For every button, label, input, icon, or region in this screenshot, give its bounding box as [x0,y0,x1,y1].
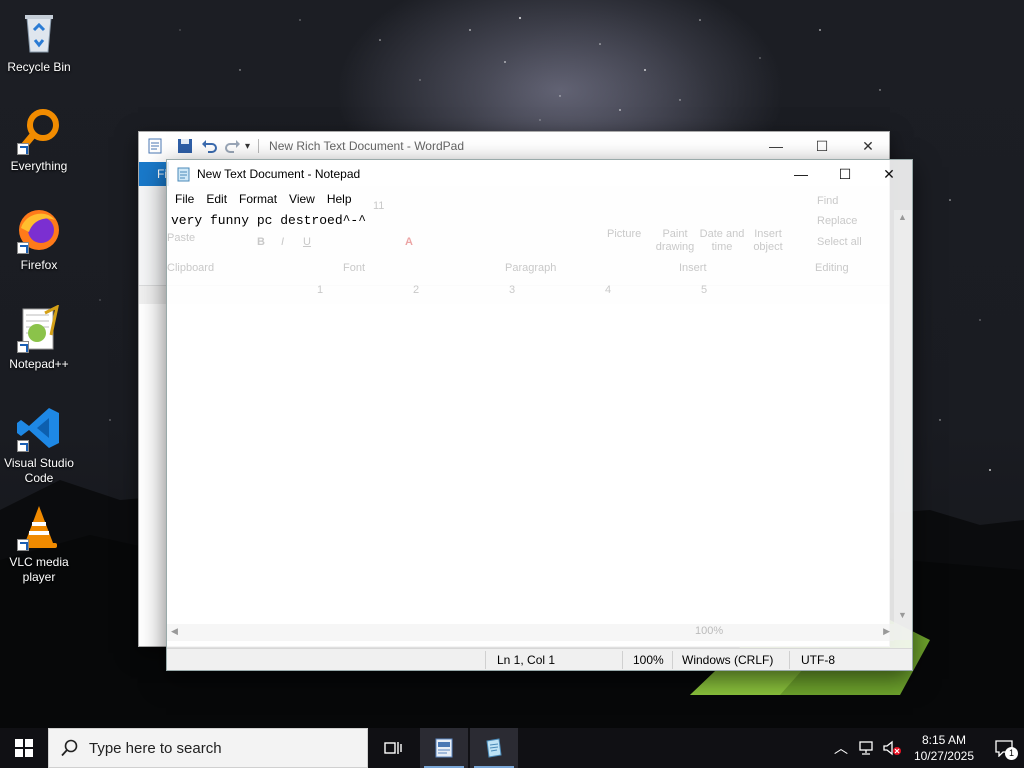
menu-edit[interactable]: Edit [200,192,233,206]
save-icon[interactable] [177,138,193,154]
wordpad-title: New Rich Text Document - WordPad [269,139,464,153]
network-icon[interactable] [858,740,876,756]
start-button[interactable] [0,728,48,768]
volume-muted-icon[interactable] [882,740,902,756]
desktop-icon-recycle-bin[interactable]: Recycle Bin [2,8,76,75]
wordpad-close-button[interactable]: ✕ [845,132,891,160]
notepad-taskbar-icon [486,738,502,758]
taskbar-search-box[interactable]: Type here to search [48,728,368,768]
wordpad-app-icon [148,138,162,154]
scroll-down-icon[interactable]: ▼ [898,610,907,620]
search-icon [61,739,78,757]
notepad-app-icon [177,167,190,182]
status-line-ending: Windows (CRLF) [682,653,774,667]
status-separator [789,651,790,669]
menu-help[interactable]: Help [321,192,358,206]
menu-file[interactable]: File [169,192,200,206]
status-separator [622,651,623,669]
taskbar: Type here to search ︿ 8:15 AM 10/27/2025… [0,728,1024,768]
status-encoding: UTF-8 [801,653,835,667]
notepad-status-bar: Ln 1, Col 1 100% Windows (CRLF) UTF-8 [167,648,912,670]
desktop-icon-label: Visual Studio Code [4,456,74,485]
desktop-icon-everything[interactable]: Everything [2,107,76,174]
desktop-icon-label: VLC media player [9,555,69,584]
wordpad-minimize-button[interactable]: — [753,132,799,160]
scroll-up-icon[interactable]: ▲ [898,212,907,222]
recycle-bin-icon [15,8,63,56]
desktop-icon-notepad-plus-plus[interactable]: Notepad++ [2,304,76,372]
scroll-right-icon[interactable]: ▶ [883,626,890,637]
menu-format[interactable]: Format [233,192,283,206]
notepad-horizontal-scrollbar[interactable]: ◀ 100% ▶ [167,624,894,641]
notepad-minimize-button[interactable]: — [778,160,824,188]
desktop-icon-label: Recycle Bin [7,60,71,74]
notepad-window[interactable]: Paste 11 B I U A Picture Paint drawing D… [166,159,913,671]
notification-count-badge: 1 [1005,747,1018,760]
undo-icon[interactable] [201,138,217,154]
firefox-icon [15,206,63,254]
desktop-icon-label: Firefox [20,258,58,272]
ghost-zoom-label: 100% [695,625,724,637]
show-hidden-icons-chevron-up-icon[interactable]: ︿ [834,738,848,758]
search-placeholder: Type here to search [89,739,222,757]
notepad-plus-plus-icon [15,304,63,353]
shortcut-arrow-icon [17,440,29,452]
title-separator [258,139,260,153]
status-separator [672,651,673,669]
wordpad-maximize-button[interactable]: ☐ [799,132,845,160]
scroll-left-icon[interactable]: ◀ [171,626,178,637]
shortcut-arrow-icon [17,539,29,551]
quick-access-dropdown-icon[interactable]: ▾ [245,141,250,152]
clock-time: 8:15 AM [921,733,966,747]
redo-icon[interactable] [225,138,241,154]
notepad-maximize-button[interactable]: ☐ [822,160,868,188]
notification-center-button[interactable]: 1 [984,728,1024,768]
task-view-button[interactable] [370,728,418,768]
wordpad-taskbar-icon [435,738,453,758]
desktop-icon-label: Everything [10,159,68,173]
vlc-icon [15,503,63,551]
status-zoom: 100% [633,653,664,667]
clock-date: 10/27/2025 [913,749,974,763]
taskbar-wordpad-button[interactable] [420,728,468,768]
shortcut-arrow-icon [17,341,29,353]
status-cursor-position: Ln 1, Col 1 [497,653,556,667]
windows-logo-icon [15,739,33,757]
everything-search-icon [15,107,63,155]
notepad-title: New Text Document - Notepad [197,167,361,181]
notepad-menu-bar: File Edit Format View Help [167,188,912,210]
shortcut-arrow-icon [17,242,29,254]
desktop-icon-label: Notepad++ [9,357,69,371]
task-view-icon [384,742,402,754]
desktop-icon-vlc[interactable]: VLC media player [2,503,76,585]
notepad-close-button[interactable]: ✕ [866,160,912,188]
notepad-title-bar[interactable]: New Text Document - Notepad — ☐ ✕ [167,160,912,188]
desktop-icon-firefox[interactable]: Firefox [2,206,76,273]
notepad-text-area[interactable]: very funny pc destroed^-^ [167,210,894,640]
taskbar-notepad-button[interactable] [470,728,518,768]
desktop-icon-vscode[interactable]: Visual Studio Code [2,404,76,486]
wordpad-file-tab[interactable]: Fi [139,162,169,186]
vscode-icon [15,404,63,452]
notepad-vertical-scrollbar[interactable]: ▲ ▼ [894,210,912,640]
system-tray: ︿ 8:15 AM 10/27/2025 1 [834,728,1024,768]
shortcut-arrow-icon [17,143,29,155]
taskbar-clock[interactable]: 8:15 AM 10/27/2025 [914,732,974,764]
status-separator [485,651,486,669]
menu-view[interactable]: View [283,192,321,206]
